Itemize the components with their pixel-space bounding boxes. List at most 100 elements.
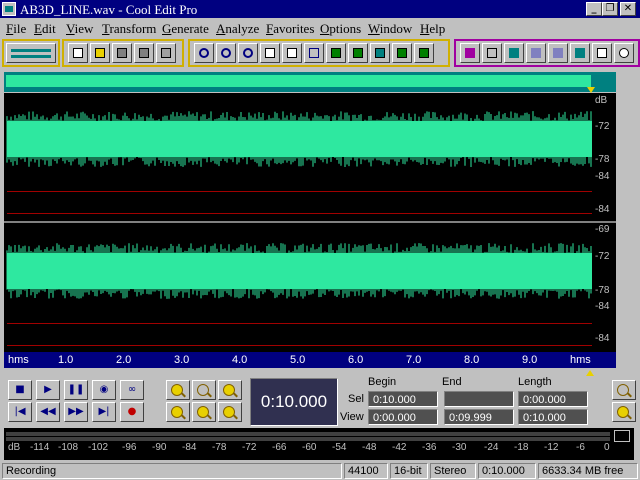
toolbar-group-view	[2, 39, 60, 67]
ref-line	[7, 213, 592, 214]
status-bit-depth[interactable]: 16-bit	[390, 463, 428, 479]
db-label: -84	[595, 171, 610, 182]
save-all-icon[interactable]	[134, 43, 154, 63]
redo-icon[interactable]	[216, 43, 236, 63]
play-button[interactable]: ▶	[36, 380, 60, 400]
transport-panel: ■ ▶ ❚❚ ◉ ∞ |◀ ◀◀ ▶▶ ▶| ●	[6, 378, 156, 424]
cut-icon[interactable]	[304, 43, 324, 63]
meter-bar-left	[6, 432, 610, 436]
go-to-start-button[interactable]: |◀	[8, 402, 32, 422]
frequency-icon[interactable]	[526, 43, 546, 63]
save-selection-icon[interactable]	[156, 43, 176, 63]
menu-view[interactable]: View	[66, 21, 93, 37]
copy-new-icon[interactable]	[260, 43, 280, 63]
ruler-tick: 6.0	[348, 354, 364, 366]
zoom-selection-icon[interactable]	[166, 402, 190, 422]
menu-options[interactable]: Options	[320, 21, 361, 37]
zoom-panel	[164, 378, 244, 424]
status-free-space: 6633.34 MB free	[538, 463, 638, 479]
status-sample-rate[interactable]: 44100	[344, 463, 388, 479]
zoom-vertical-in-icon[interactable]	[612, 402, 636, 422]
overview-range[interactable]	[6, 75, 591, 87]
meter-scale-label: 0	[604, 442, 610, 453]
script-icon[interactable]	[570, 43, 590, 63]
meter-scale-label: -84	[182, 442, 197, 453]
zoom-full-icon[interactable]	[218, 380, 242, 400]
sel-begin-field[interactable]: 0:10.000	[368, 391, 438, 407]
sel-label: Sel	[348, 393, 364, 405]
db-label: -84	[595, 301, 610, 312]
window-title: AB3D_LINE.wav - Cool Edit Pro	[20, 2, 198, 17]
zoom-out-icon[interactable]	[192, 380, 216, 400]
menu-file[interactable]: File	[6, 21, 26, 37]
meter-scale-label: -48	[362, 442, 377, 453]
undo-icon[interactable]	[194, 43, 214, 63]
view-length-field[interactable]: 0:10.000	[518, 409, 588, 425]
waveform-display[interactable]: dB -72 -78 -84 -84 -69 -72 -78 -84 -84	[4, 93, 616, 368]
stop-button[interactable]: ■	[8, 380, 32, 400]
meter-scale-label: -90	[152, 442, 167, 453]
fast-forward-button[interactable]: ▶▶	[64, 402, 88, 422]
meter-scale-label: -12	[544, 442, 559, 453]
open-file-icon[interactable]	[90, 43, 110, 63]
meter-scale-label: -72	[242, 442, 257, 453]
pause-button[interactable]: ❚❚	[64, 380, 88, 400]
meter-scale-label: -60	[302, 442, 317, 453]
new-file-icon[interactable]	[68, 43, 88, 63]
status-channels[interactable]: Stereo	[430, 463, 476, 479]
save-icon[interactable]	[112, 43, 132, 63]
close-button[interactable]: ✕	[620, 2, 636, 16]
sel-end-field[interactable]	[444, 391, 514, 407]
spectral-icon[interactable]	[504, 43, 524, 63]
db-label: -72	[595, 251, 610, 262]
zoom-in-icon[interactable]	[166, 380, 190, 400]
overview-bar[interactable]	[4, 72, 616, 93]
filter-icon[interactable]	[482, 43, 502, 63]
paste-icon[interactable]	[326, 43, 346, 63]
multitrack-view-icon[interactable]	[6, 43, 56, 63]
length-header: Length	[518, 376, 552, 388]
paste-new-icon[interactable]	[348, 43, 368, 63]
view-begin-field[interactable]: 0:00.000	[368, 409, 438, 425]
menu-generate[interactable]: Generate	[162, 21, 209, 37]
analysis-icon[interactable]	[548, 43, 568, 63]
meter-scale-label: -36	[422, 442, 437, 453]
menu-help[interactable]: Help	[420, 21, 445, 37]
mix-paste-icon[interactable]	[370, 43, 390, 63]
toolbar-group-edit	[188, 39, 450, 67]
meter-scale-label: -54	[332, 442, 347, 453]
app-icon[interactable]	[2, 2, 16, 16]
crop-icon[interactable]	[392, 43, 412, 63]
go-to-end-button[interactable]: ▶|	[92, 402, 116, 422]
time-ruler[interactable]: hms 1.0 2.0 3.0 4.0 5.0 6.0 7.0 8.0 9.0 …	[4, 352, 616, 368]
menu-analyze[interactable]: Analyze	[216, 21, 259, 37]
meter-scale-label: -42	[392, 442, 407, 453]
copy-icon[interactable]	[282, 43, 302, 63]
meter-scale-label: -78	[212, 442, 227, 453]
view-end-field[interactable]: 0:09.999	[444, 409, 514, 425]
minimize-button[interactable]: _	[586, 2, 602, 16]
rewind-button[interactable]: ◀◀	[36, 402, 60, 422]
menu-edit[interactable]: Edit	[34, 21, 56, 37]
zoom-vertical-out-icon[interactable]	[612, 380, 636, 400]
meter-scale-label: -108	[58, 442, 79, 453]
record-button[interactable]: ●	[120, 402, 144, 422]
loop-button[interactable]: ∞	[120, 380, 144, 400]
zoom-left-icon[interactable]	[192, 402, 216, 422]
db-label: -69	[595, 224, 610, 235]
restore-button[interactable]: ❐	[602, 2, 618, 16]
zoom-right-icon[interactable]	[218, 402, 242, 422]
ruler-tick: 4.0	[232, 354, 248, 366]
sel-length-field[interactable]: 0:00.000	[518, 391, 588, 407]
repeat-icon[interactable]	[238, 43, 258, 63]
info-icon[interactable]	[614, 43, 634, 63]
clip-indicator[interactable]	[614, 430, 630, 442]
menu-transform[interactable]: Transform	[102, 21, 156, 37]
envelope-icon[interactable]	[460, 43, 480, 63]
menu-favorites[interactable]: Favorites	[266, 21, 314, 37]
play-to-end-button[interactable]: ◉	[92, 380, 116, 400]
menu-window[interactable]: Window	[368, 21, 412, 37]
trim-icon[interactable]	[414, 43, 434, 63]
cue-icon[interactable]	[592, 43, 612, 63]
ruler-tick: 7.0	[406, 354, 422, 366]
